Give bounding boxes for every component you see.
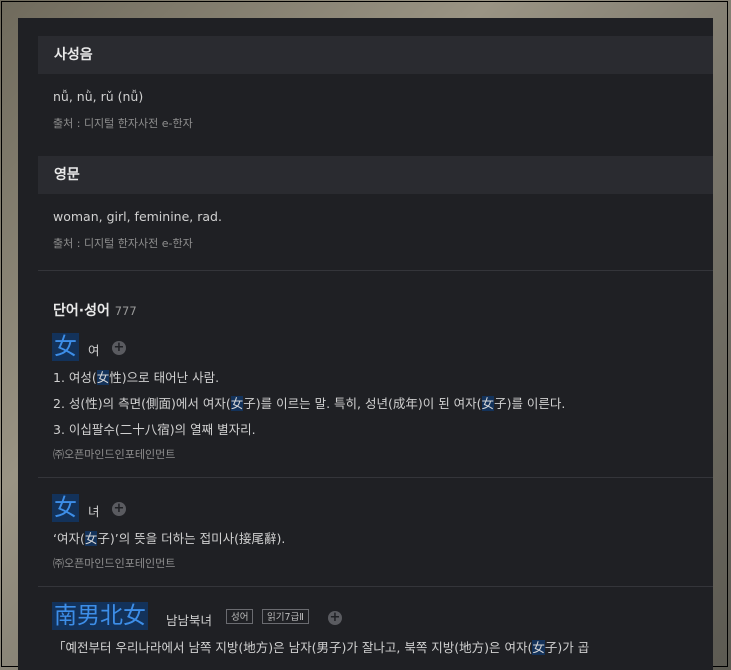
entry-3-tag-level: 읽기7급Ⅱ [262,609,309,624]
pron-value: nǚ, nǜ, rǔ (nǚ) [53,89,144,104]
entry-3-add-icon[interactable]: + [328,611,342,625]
entry-1-reading: 여 [88,343,100,358]
english-value: woman, girl, feminine, rad. [53,209,222,224]
entry-2-meaning-1: ‘여자(女子)’의 뜻을 더하는 접미사(接尾辭). [53,531,286,546]
words-title: 단어·성어 777 [53,300,137,320]
entry-3-tag-idiom: 성어 [226,609,254,624]
entry-2-hanja[interactable]: 女 [52,494,79,522]
entry-1-add-icon[interactable]: + [112,341,126,355]
entry-1-meaning-3: 3. 이십팔수(二十八宿)의 열째 별자리. [53,422,256,437]
words-title-label: 단어·성어 [53,303,110,319]
entry-1-source: ㈜오픈마인드인포테인먼트 [53,448,176,461]
entry-3-reading: 남남북녀 [166,613,213,628]
english-source: 출처 : 디지털 한자사전 e-한자 [53,237,193,250]
entry-2-source: ㈜오픈마인드인포테인먼트 [53,557,176,570]
entry-divider [38,586,713,587]
entry-2-reading: 녀 [88,504,100,519]
words-count: 777 [114,304,137,318]
english-section-header: 영문 [38,156,713,194]
entry-2-add-icon[interactable]: + [112,502,126,516]
pron-section-header: 사성음 [38,36,713,74]
entry-1-hanja[interactable]: 女 [52,333,79,361]
section-divider [38,270,713,271]
entry-3-meaning-1: 「예전부터 우리나라에서 남쪽 지방(地方)은 남자(男子)가 잘나고, 북쪽 … [53,640,590,655]
entry-divider [38,477,713,478]
entry-1-meaning-1: 1. 여성(女性)으로 태어난 사람. [53,370,220,385]
pron-source: 출처 : 디지털 한자사전 e-한자 [53,117,193,130]
entry-1-meaning-2: 2. 성(性)의 측면(側面)에서 여자(女子)를 이르는 말. 특히, 성년(… [53,396,566,411]
dictionary-panel: 사성음 nǚ, nǜ, rǔ (nǚ) 출처 : 디지털 한자사전 e-한자 영… [18,18,713,670]
entry-3-hanja[interactable]: 南男北女 [52,602,148,630]
